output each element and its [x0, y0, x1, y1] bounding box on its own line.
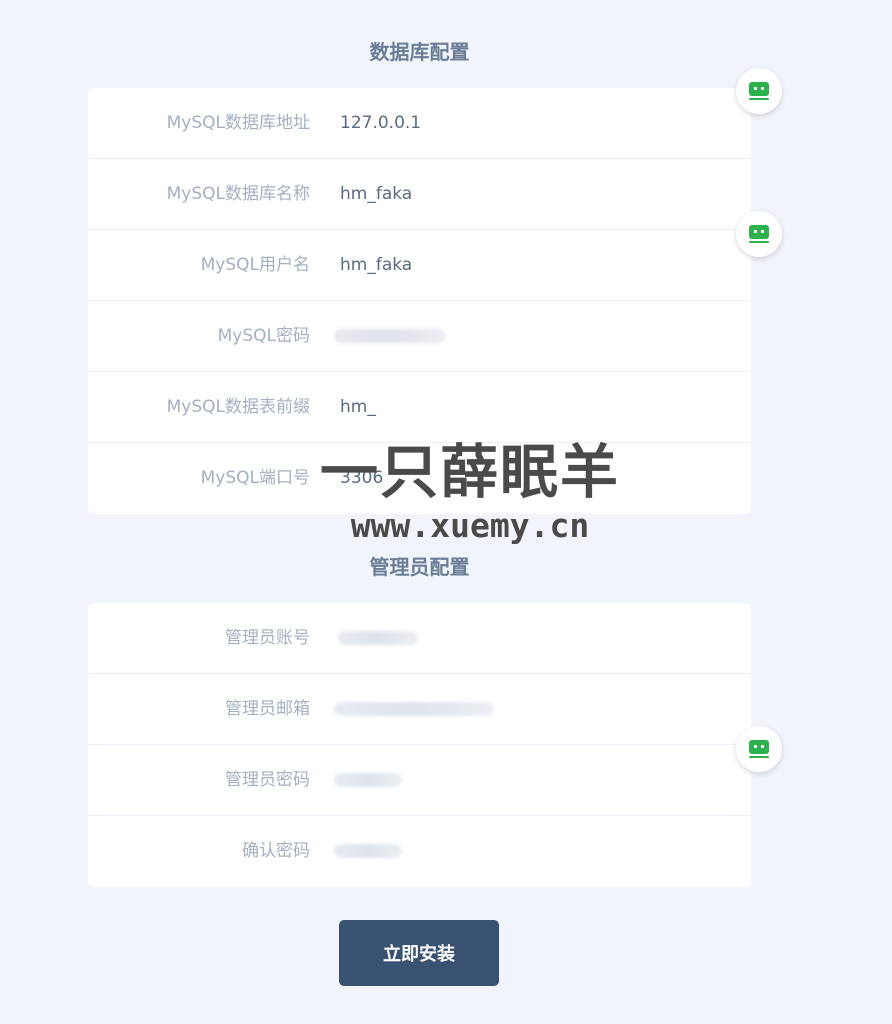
db-password-label: MySQL密码 [217, 326, 310, 346]
admin-password-label: 管理员密码 [225, 770, 310, 790]
password-manager-icon [749, 740, 769, 758]
field-row-db-name: MySQL数据库名称 [88, 159, 751, 230]
db-user-input[interactable] [328, 244, 731, 286]
field-row-admin-password: 管理员密码 [88, 745, 751, 816]
redacted-value-blur [334, 329, 446, 343]
redacted-value-blur [334, 773, 402, 787]
admin-section-title: 管理员配置 [369, 555, 470, 579]
field-row-confirm-password: 确认密码 [88, 816, 751, 887]
field-row-admin-account: 管理员账号 [88, 603, 751, 674]
db-user-label: MySQL用户名 [200, 255, 310, 275]
confirm-password-label: 确认密码 [242, 841, 310, 861]
field-row-db-host: MySQL数据库地址 [88, 88, 751, 159]
password-manager-icon [749, 225, 769, 243]
field-row-db-port: MySQL端口号 [88, 443, 751, 514]
redacted-value-blur [338, 631, 418, 645]
field-row-db-user: MySQL用户名 [88, 230, 751, 301]
db-name-input[interactable] [328, 173, 731, 215]
password-manager-button[interactable] [736, 68, 782, 114]
field-row-db-password: MySQL密码 [88, 301, 751, 372]
admin-account-label: 管理员账号 [225, 628, 310, 648]
db-section-title: 数据库配置 [369, 40, 470, 64]
db-port-label: MySQL端口号 [200, 468, 310, 488]
field-row-admin-email: 管理员邮箱 [88, 674, 751, 745]
db-config-card: MySQL数据库地址 MySQL数据库名称 MySQL用户名 MySQL密码 M… [88, 88, 751, 514]
password-manager-icon [749, 82, 769, 100]
db-name-label: MySQL数据库名称 [166, 184, 310, 204]
password-manager-button[interactable] [736, 211, 782, 257]
admin-config-card: 管理员账号 管理员邮箱 管理员密码 确认密码 [88, 603, 751, 887]
admin-email-label: 管理员邮箱 [225, 699, 310, 719]
redacted-value-blur [334, 844, 402, 858]
field-row-db-prefix: MySQL数据表前缀 [88, 372, 751, 443]
db-host-input[interactable] [328, 102, 731, 144]
db-host-label: MySQL数据库地址 [166, 113, 310, 133]
redacted-value-blur [334, 702, 494, 716]
db-port-input[interactable] [328, 457, 731, 499]
install-button[interactable]: 立即安装 [339, 920, 499, 986]
install-page: 数据库配置 MySQL数据库地址 MySQL数据库名称 MySQL用户名 MyS… [0, 0, 892, 1024]
password-manager-button[interactable] [736, 726, 782, 772]
db-prefix-input[interactable] [328, 386, 731, 428]
db-prefix-label: MySQL数据表前缀 [166, 397, 310, 417]
